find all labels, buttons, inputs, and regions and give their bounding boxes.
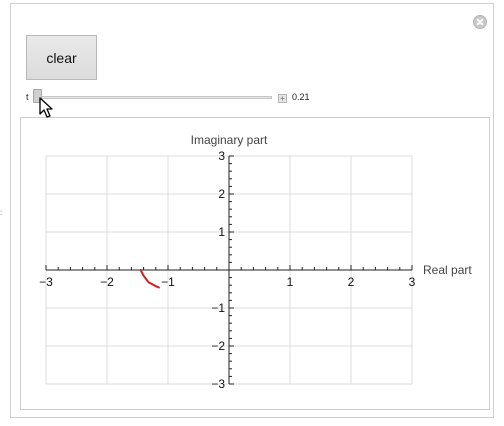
slider-value: 0.21: [292, 92, 310, 102]
t-slider-track[interactable]: [36, 96, 272, 99]
slider-label: t: [26, 92, 29, 102]
mouse-pointer-icon: [39, 97, 53, 118]
edge-mark: :: [0, 208, 3, 217]
close-icon[interactable]: [473, 15, 487, 29]
clear-button[interactable]: clear: [26, 35, 97, 80]
plot-frame: [20, 117, 490, 410]
slider-expand-button[interactable]: +: [278, 94, 287, 103]
